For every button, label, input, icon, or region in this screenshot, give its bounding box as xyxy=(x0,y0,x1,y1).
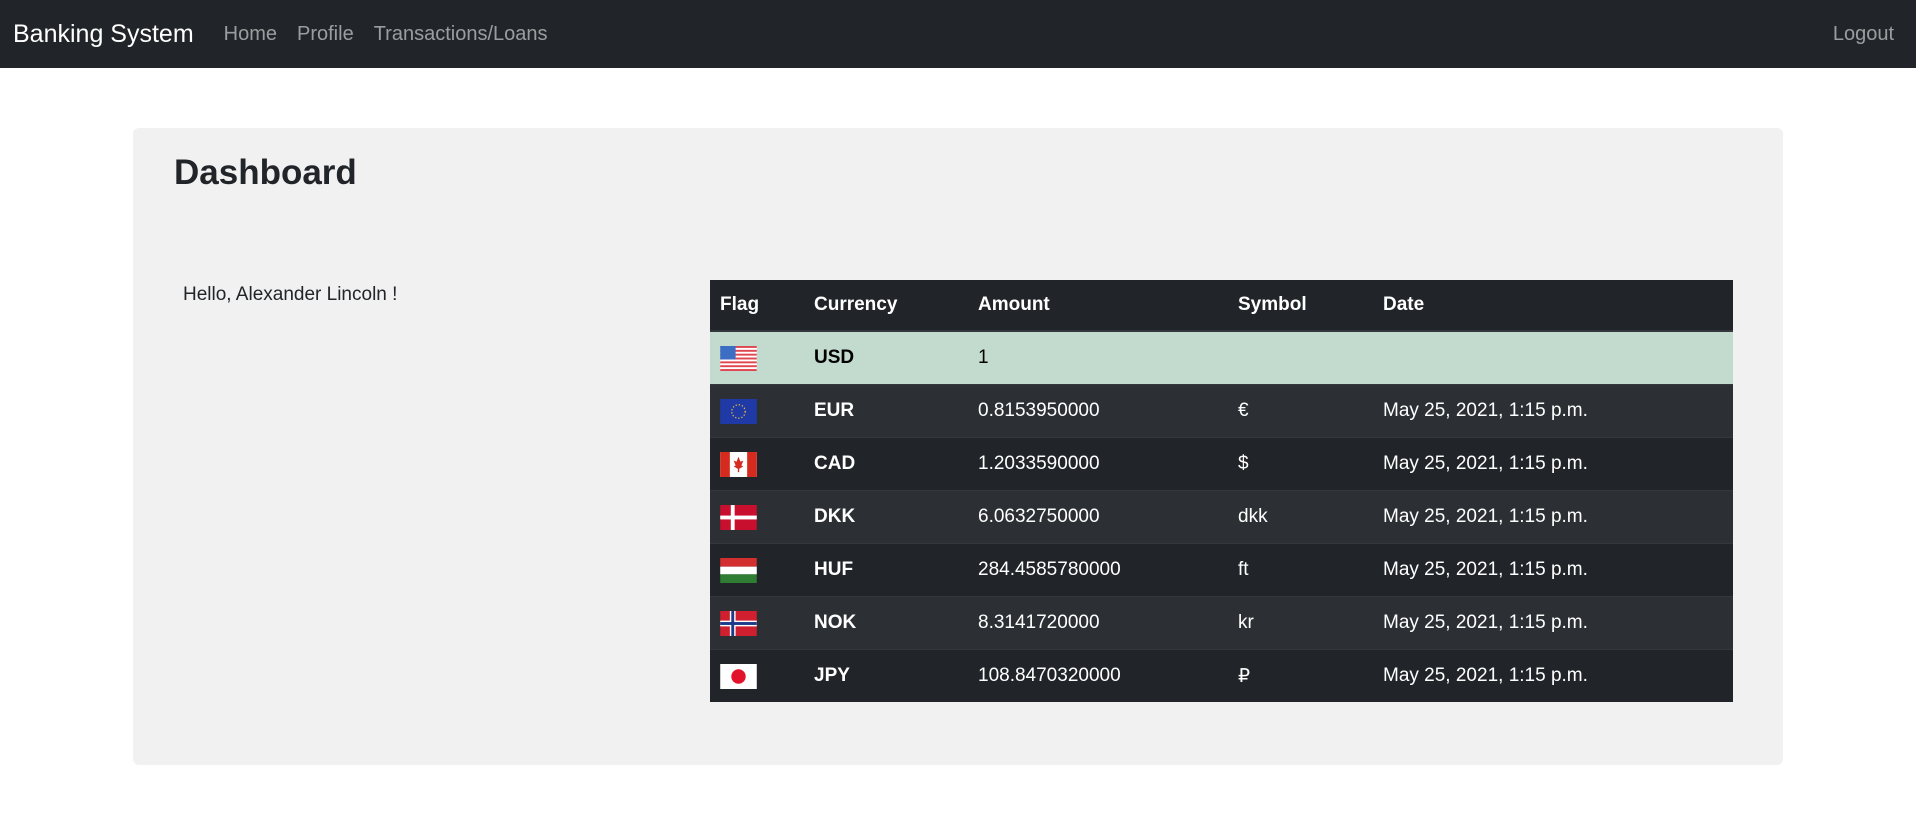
table-row: EUR 0.8153950000 € May 25, 2021, 1:15 p.… xyxy=(710,384,1733,438)
currency-code: DKK xyxy=(804,490,968,544)
currency-symbol: dkk xyxy=(1228,490,1373,544)
currency-symbol: ft xyxy=(1228,543,1373,597)
navbar: Banking System Home Profile Transactions… xyxy=(0,0,1916,68)
header-date: Date xyxy=(1373,280,1733,332)
currency-date: May 25, 2021, 1:15 p.m. xyxy=(1373,543,1733,597)
table-header-row: Flag Currency Amount Symbol Date xyxy=(710,280,1733,332)
page-title: Dashboard xyxy=(174,153,357,192)
header-currency: Currency xyxy=(804,280,968,332)
currency-code: JPY xyxy=(804,649,968,702)
currency-amount: 1 xyxy=(968,330,1228,385)
currency-code: USD xyxy=(804,330,968,385)
jp-flag-icon xyxy=(720,663,757,689)
hu-flag-icon xyxy=(720,557,757,583)
header-flag: Flag xyxy=(710,280,804,332)
table-row: JPY 108.8470320000 ₽ May 25, 2021, 1:15 … xyxy=(710,649,1733,702)
flag-cell xyxy=(710,330,804,385)
flag-cell xyxy=(710,596,804,650)
us-flag-icon xyxy=(720,345,757,371)
currency-symbol: $ xyxy=(1228,437,1373,491)
nav-link-profile[interactable]: Profile xyxy=(297,23,354,46)
currency-table: Flag Currency Amount Symbol Date USD 1 E… xyxy=(710,280,1733,702)
currency-date: May 25, 2021, 1:15 p.m. xyxy=(1373,596,1733,650)
currency-symbol: kr xyxy=(1228,596,1373,650)
header-symbol: Symbol xyxy=(1228,280,1373,332)
table-row: NOK 8.3141720000 kr May 25, 2021, 1:15 p… xyxy=(710,596,1733,650)
nav-link-home[interactable]: Home xyxy=(224,23,277,46)
table-row: CAD 1.2033590000 $ May 25, 2021, 1:15 p.… xyxy=(710,437,1733,491)
currency-amount: 0.8153950000 xyxy=(968,384,1228,438)
dk-flag-icon xyxy=(720,504,757,530)
currency-amount: 284.4585780000 xyxy=(968,543,1228,597)
dashboard-panel: Dashboard Hello, Alexander Lincoln ! Fla… xyxy=(133,128,1783,765)
flag-cell xyxy=(710,437,804,491)
table-row: HUF 284.4585780000 ft May 25, 2021, 1:15… xyxy=(710,543,1733,597)
header-amount: Amount xyxy=(968,280,1228,332)
currency-date xyxy=(1373,330,1733,385)
currency-code: EUR xyxy=(804,384,968,438)
currency-symbol xyxy=(1228,330,1373,385)
logout-link[interactable]: Logout xyxy=(1833,23,1894,46)
flag-cell xyxy=(710,384,804,438)
nav-link-transactions-loans[interactable]: Transactions/Loans xyxy=(374,23,548,46)
flag-cell xyxy=(710,490,804,544)
brand-link[interactable]: Banking System xyxy=(13,20,194,49)
eu-flag-icon xyxy=(720,398,757,424)
currency-amount: 6.0632750000 xyxy=(968,490,1228,544)
table-row: USD 1 xyxy=(710,330,1733,385)
currency-code: NOK xyxy=(804,596,968,650)
currency-amount: 1.2033590000 xyxy=(968,437,1228,491)
currency-code: CAD xyxy=(804,437,968,491)
no-flag-icon xyxy=(720,610,757,636)
currency-amount: 8.3141720000 xyxy=(968,596,1228,650)
currency-symbol: ₽ xyxy=(1228,649,1373,702)
ca-flag-icon xyxy=(720,451,757,477)
flag-cell xyxy=(710,543,804,597)
currency-date: May 25, 2021, 1:15 p.m. xyxy=(1373,437,1733,491)
currency-amount: 108.8470320000 xyxy=(968,649,1228,702)
flag-cell xyxy=(710,649,804,702)
currency-date: May 25, 2021, 1:15 p.m. xyxy=(1373,490,1733,544)
table-row: DKK 6.0632750000 dkk May 25, 2021, 1:15 … xyxy=(710,490,1733,544)
greeting-text: Hello, Alexander Lincoln ! xyxy=(183,284,398,305)
currency-code: HUF xyxy=(804,543,968,597)
currency-date: May 25, 2021, 1:15 p.m. xyxy=(1373,649,1733,702)
currency-date: May 25, 2021, 1:15 p.m. xyxy=(1373,384,1733,438)
currency-symbol: € xyxy=(1228,384,1373,438)
